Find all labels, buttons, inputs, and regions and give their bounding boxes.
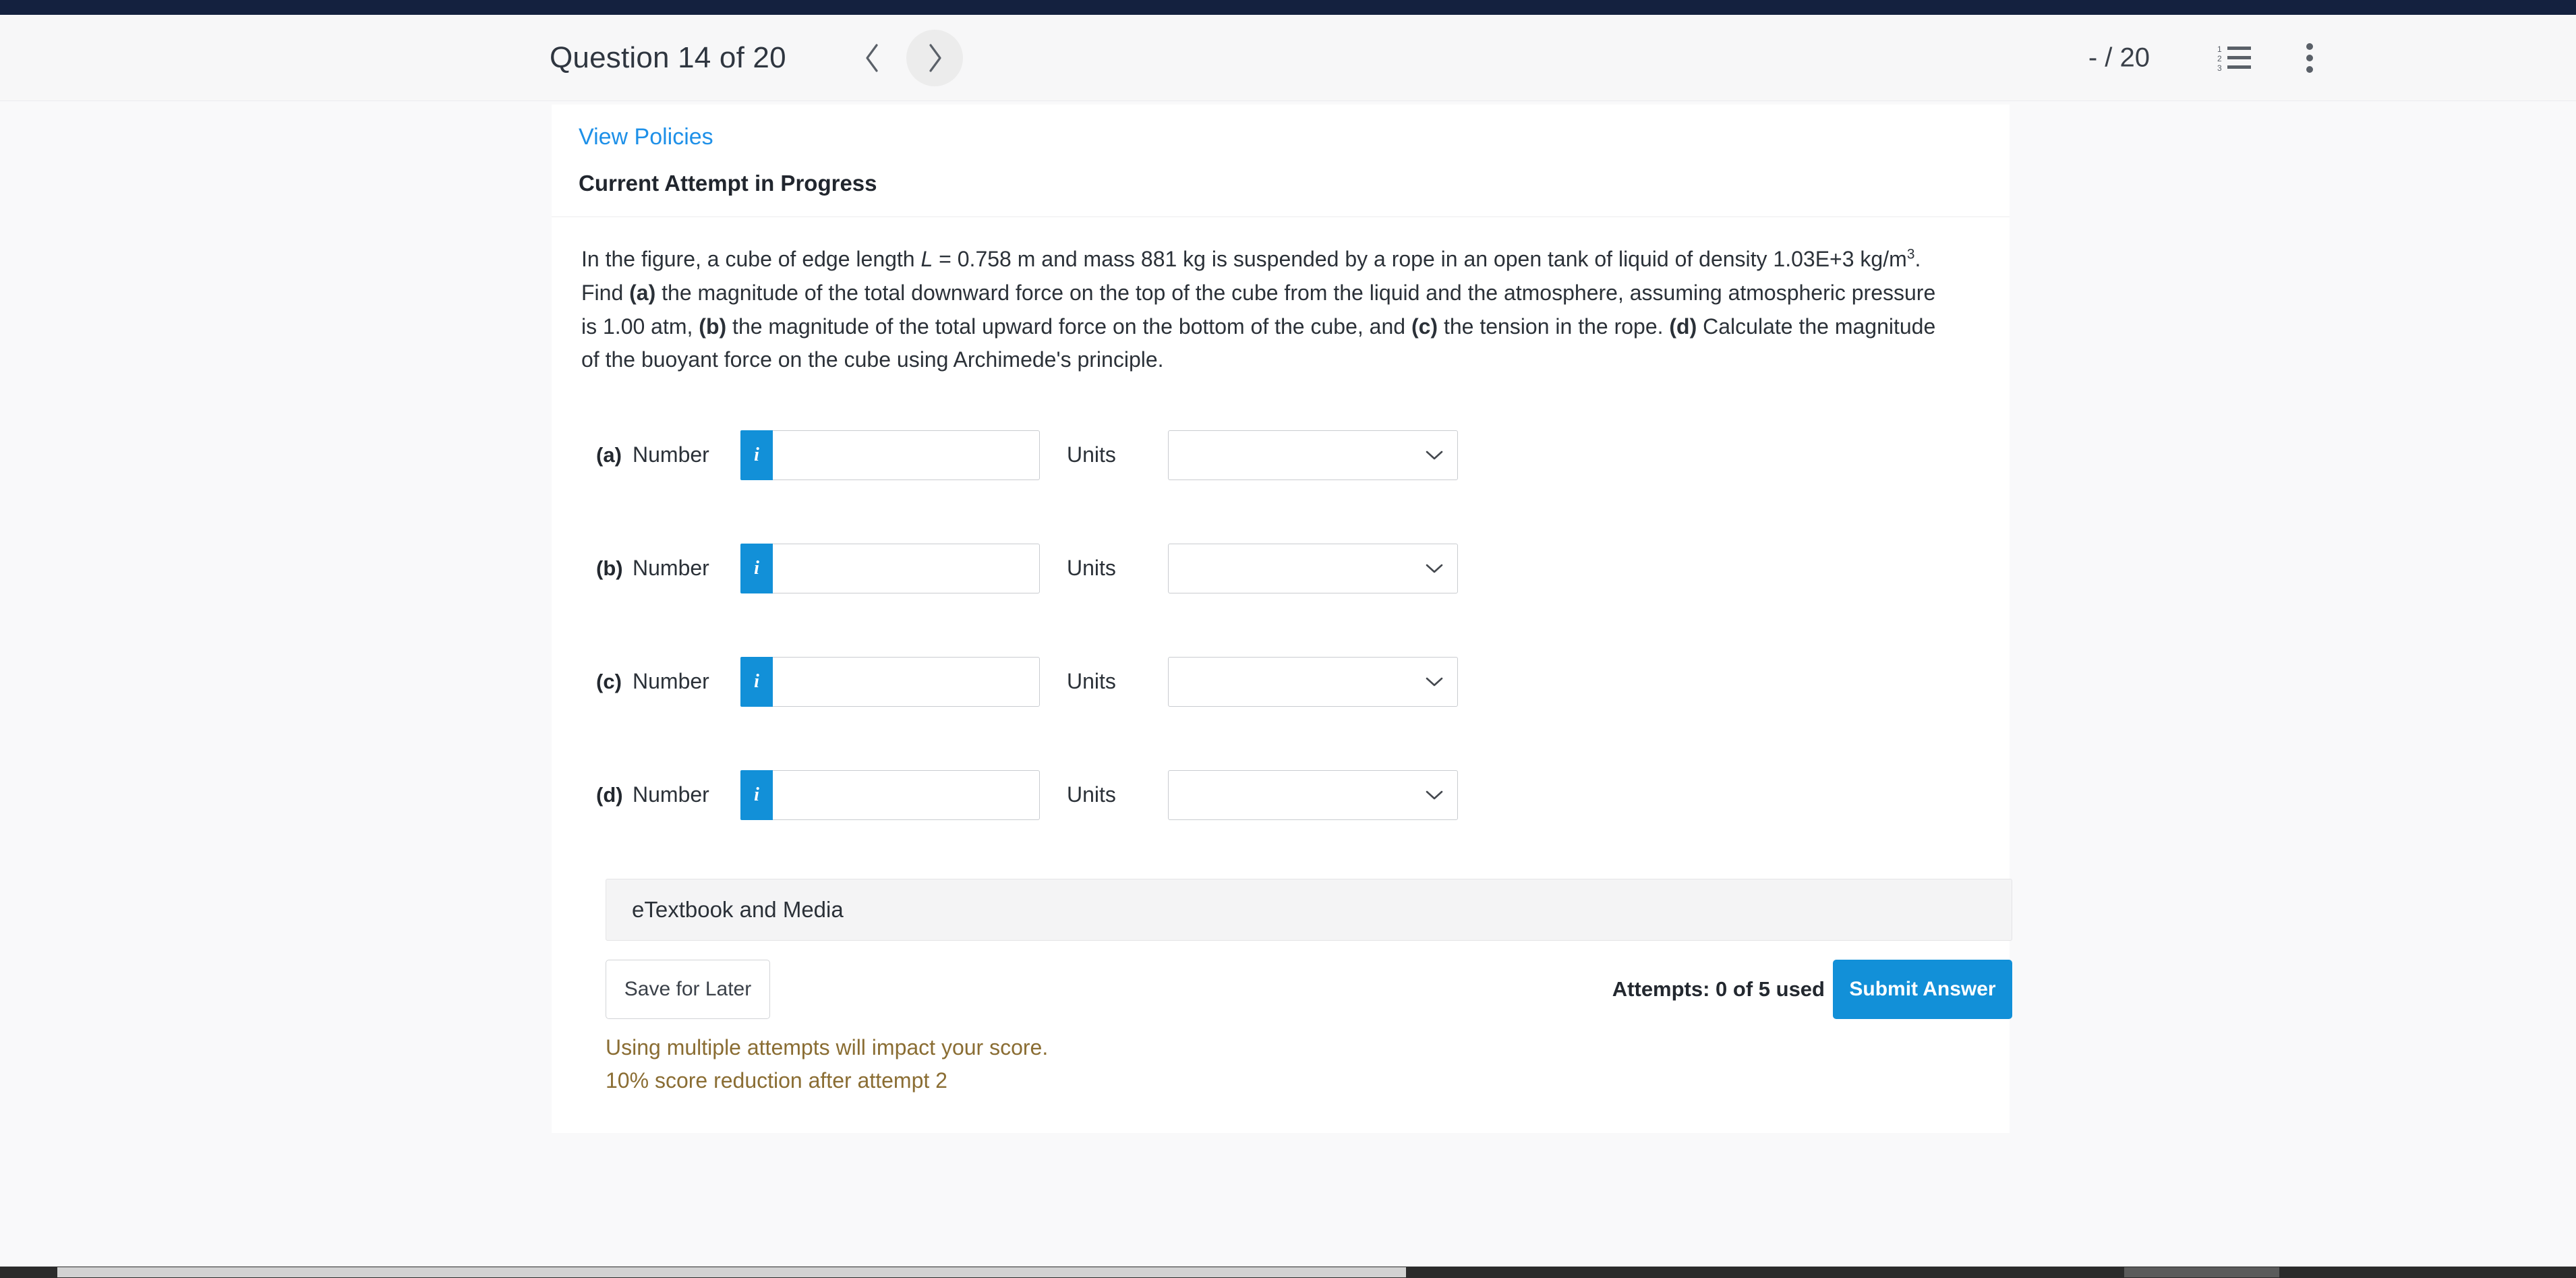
units-label-a: Units	[1067, 442, 1116, 467]
page-title: Question 14 of 20	[550, 40, 786, 74]
card-body: In the figure, a cube of edge length L =…	[552, 217, 2012, 1133]
next-question-button[interactable]	[906, 29, 963, 86]
submit-answer-button[interactable]: Submit Answer	[1833, 959, 2012, 1019]
score-display: - / 20	[2088, 42, 2150, 72]
number-input-group-d: i	[740, 769, 1040, 820]
warning-score-reduction: 10% score reduction after attempt 2	[606, 1068, 947, 1093]
chevron-right-icon	[929, 43, 941, 72]
units-label-b: Units	[1067, 556, 1116, 581]
number-input-group-a: i	[740, 430, 1040, 480]
answer-row-d: (d) Number i Units	[581, 768, 1980, 822]
number-label-a: Number	[633, 442, 709, 467]
question-seg-2: = 0.758 m and mass 881 kg is suspended b…	[933, 247, 1907, 272]
units-select-wrap-c	[1168, 656, 1458, 707]
units-select-b[interactable]	[1168, 543, 1458, 593]
browser-top-bar	[0, 0, 2576, 15]
etextbook-and-media-bar[interactable]: eTextbook and Media	[606, 878, 2012, 941]
info-icon-d[interactable]: i	[740, 769, 773, 820]
info-icon-a[interactable]: i	[740, 430, 773, 480]
variable-L: L	[920, 247, 933, 272]
attempts-counter: Attempts: 0 of 5 used	[1612, 977, 1825, 1001]
more-options-icon[interactable]	[2294, 39, 2325, 77]
info-icon-c[interactable]: i	[740, 656, 773, 707]
svg-text:1: 1	[2217, 45, 2222, 54]
action-bar: Save for Later Attempts: 0 of 5 used Sub…	[606, 958, 2012, 1020]
exponent-3: 3	[1906, 246, 1915, 262]
number-label-c: Number	[633, 669, 709, 694]
number-label-b: Number	[633, 556, 709, 581]
view-policies-link[interactable]: View Policies	[579, 123, 713, 151]
question-seg-5: the magnitude of the total upward force …	[726, 314, 1411, 339]
units-select-wrap-a	[1168, 430, 1458, 480]
answer-row-c: (c) Number i Units	[581, 655, 1980, 709]
chevron-left-icon	[866, 43, 878, 72]
part-label-b: (b)	[596, 556, 623, 580]
scrollbar-segment	[2124, 1267, 2279, 1277]
attempt-status-title: Current Attempt in Progress	[579, 170, 877, 196]
units-select-c[interactable]	[1168, 656, 1458, 707]
question-seg-6: the tension in the rope.	[1438, 314, 1670, 339]
question-seg-1: In the figure, a cube of edge length	[581, 247, 921, 272]
numbered-list-icon[interactable]: 1 2 3	[2216, 39, 2254, 77]
horizontal-scrollbar[interactable]	[0, 1267, 2576, 1278]
answer-row-a: (a) Number i Units	[581, 428, 1980, 482]
number-input-group-c: i	[740, 656, 1040, 707]
part-label-d: (d)	[596, 782, 623, 807]
save-for-later-button[interactable]: Save for Later	[606, 959, 770, 1019]
card-header: View Policies Current Attempt in Progres…	[552, 105, 2010, 218]
units-label-c: Units	[1067, 669, 1116, 694]
number-input-group-b: i	[740, 543, 1040, 593]
answer-row-b: (b) Number i Units	[581, 542, 1980, 596]
question-card: View Policies Current Attempt in Progres…	[552, 105, 2012, 1133]
warning-attempts-impact: Using multiple attempts will impact your…	[606, 1035, 1049, 1059]
scrollbar-thumb[interactable]	[57, 1267, 1406, 1277]
number-input-c[interactable]	[773, 656, 1040, 707]
warning-block: Using multiple attempts will impact your…	[606, 1031, 1980, 1133]
answer-rows: (a) Number i Units (b) Number i Units (c…	[581, 428, 1980, 822]
info-icon-b[interactable]: i	[740, 543, 773, 593]
number-label-d: Number	[633, 782, 709, 807]
question-text: In the figure, a cube of edge length L =…	[581, 243, 1950, 376]
part-tag-d: (d)	[1669, 314, 1697, 339]
units-label-d: Units	[1067, 782, 1116, 807]
svg-text:2: 2	[2217, 54, 2222, 63]
previous-question-button[interactable]	[844, 30, 901, 86]
svg-text:3: 3	[2217, 63, 2222, 72]
units-select-a[interactable]	[1168, 430, 1458, 480]
part-tag-b: (b)	[699, 314, 727, 339]
part-tag-a: (a)	[629, 280, 656, 305]
part-label-a: (a)	[596, 442, 622, 467]
number-input-b[interactable]	[773, 543, 1040, 593]
number-input-d[interactable]	[773, 769, 1040, 820]
units-select-d[interactable]	[1168, 769, 1458, 820]
units-select-wrap-d	[1168, 769, 1458, 820]
units-select-wrap-b	[1168, 543, 1458, 593]
question-header: Question 14 of 20 - / 20 1 2 3	[0, 15, 2576, 101]
part-tag-c: (c)	[1411, 314, 1438, 339]
number-input-a[interactable]	[773, 430, 1040, 480]
part-label-c: (c)	[596, 669, 622, 693]
